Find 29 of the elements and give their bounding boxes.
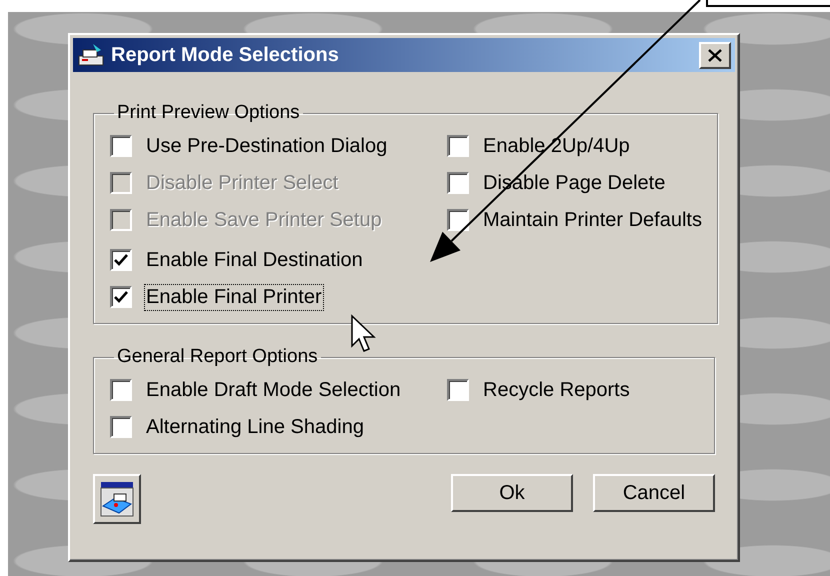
checkbox-label[interactable]: Enable Final Printer — [145, 284, 323, 310]
dialog-button[interactable]: Ok — [451, 474, 573, 512]
printer-icon — [99, 480, 135, 518]
printer-setup-button[interactable] — [93, 474, 141, 524]
checkbox-label[interactable]: Enable Final Destination — [145, 248, 364, 272]
checkbox-label[interactable]: Recycle Reports — [482, 378, 631, 402]
group-title: Print Preview Options — [116, 102, 301, 124]
checkbox[interactable] — [110, 416, 132, 438]
checkbox-label[interactable]: Enable 2Up/4Up — [482, 134, 631, 158]
checkbox-label[interactable]: Maintain Printer Defaults — [482, 208, 703, 232]
checkbox[interactable] — [110, 135, 132, 157]
checkbox[interactable] — [110, 286, 132, 308]
checkbox-label[interactable]: Use Pre-Destination Dialog — [145, 134, 388, 158]
checkbox-label[interactable]: Enable Draft Mode Selection — [145, 378, 402, 402]
checkbox[interactable] — [110, 379, 132, 401]
window-title: Report Mode Selections — [111, 44, 340, 66]
checkbox[interactable] — [447, 172, 469, 194]
pointer-icon — [351, 314, 376, 352]
checkmark-icon — [114, 291, 128, 303]
dialog-button[interactable]: Cancel — [593, 474, 715, 512]
checkbox[interactable] — [447, 209, 469, 231]
checkbox[interactable] — [110, 249, 132, 271]
close-icon — [708, 48, 722, 62]
group-title: General Report Options — [116, 346, 319, 368]
checkbox-label[interactable]: Alternating Line Shading — [145, 414, 365, 440]
checkbox[interactable] — [447, 135, 469, 157]
close-button[interactable] — [699, 42, 731, 68]
checkmark-icon — [114, 254, 128, 266]
checkbox[interactable] — [447, 379, 469, 401]
